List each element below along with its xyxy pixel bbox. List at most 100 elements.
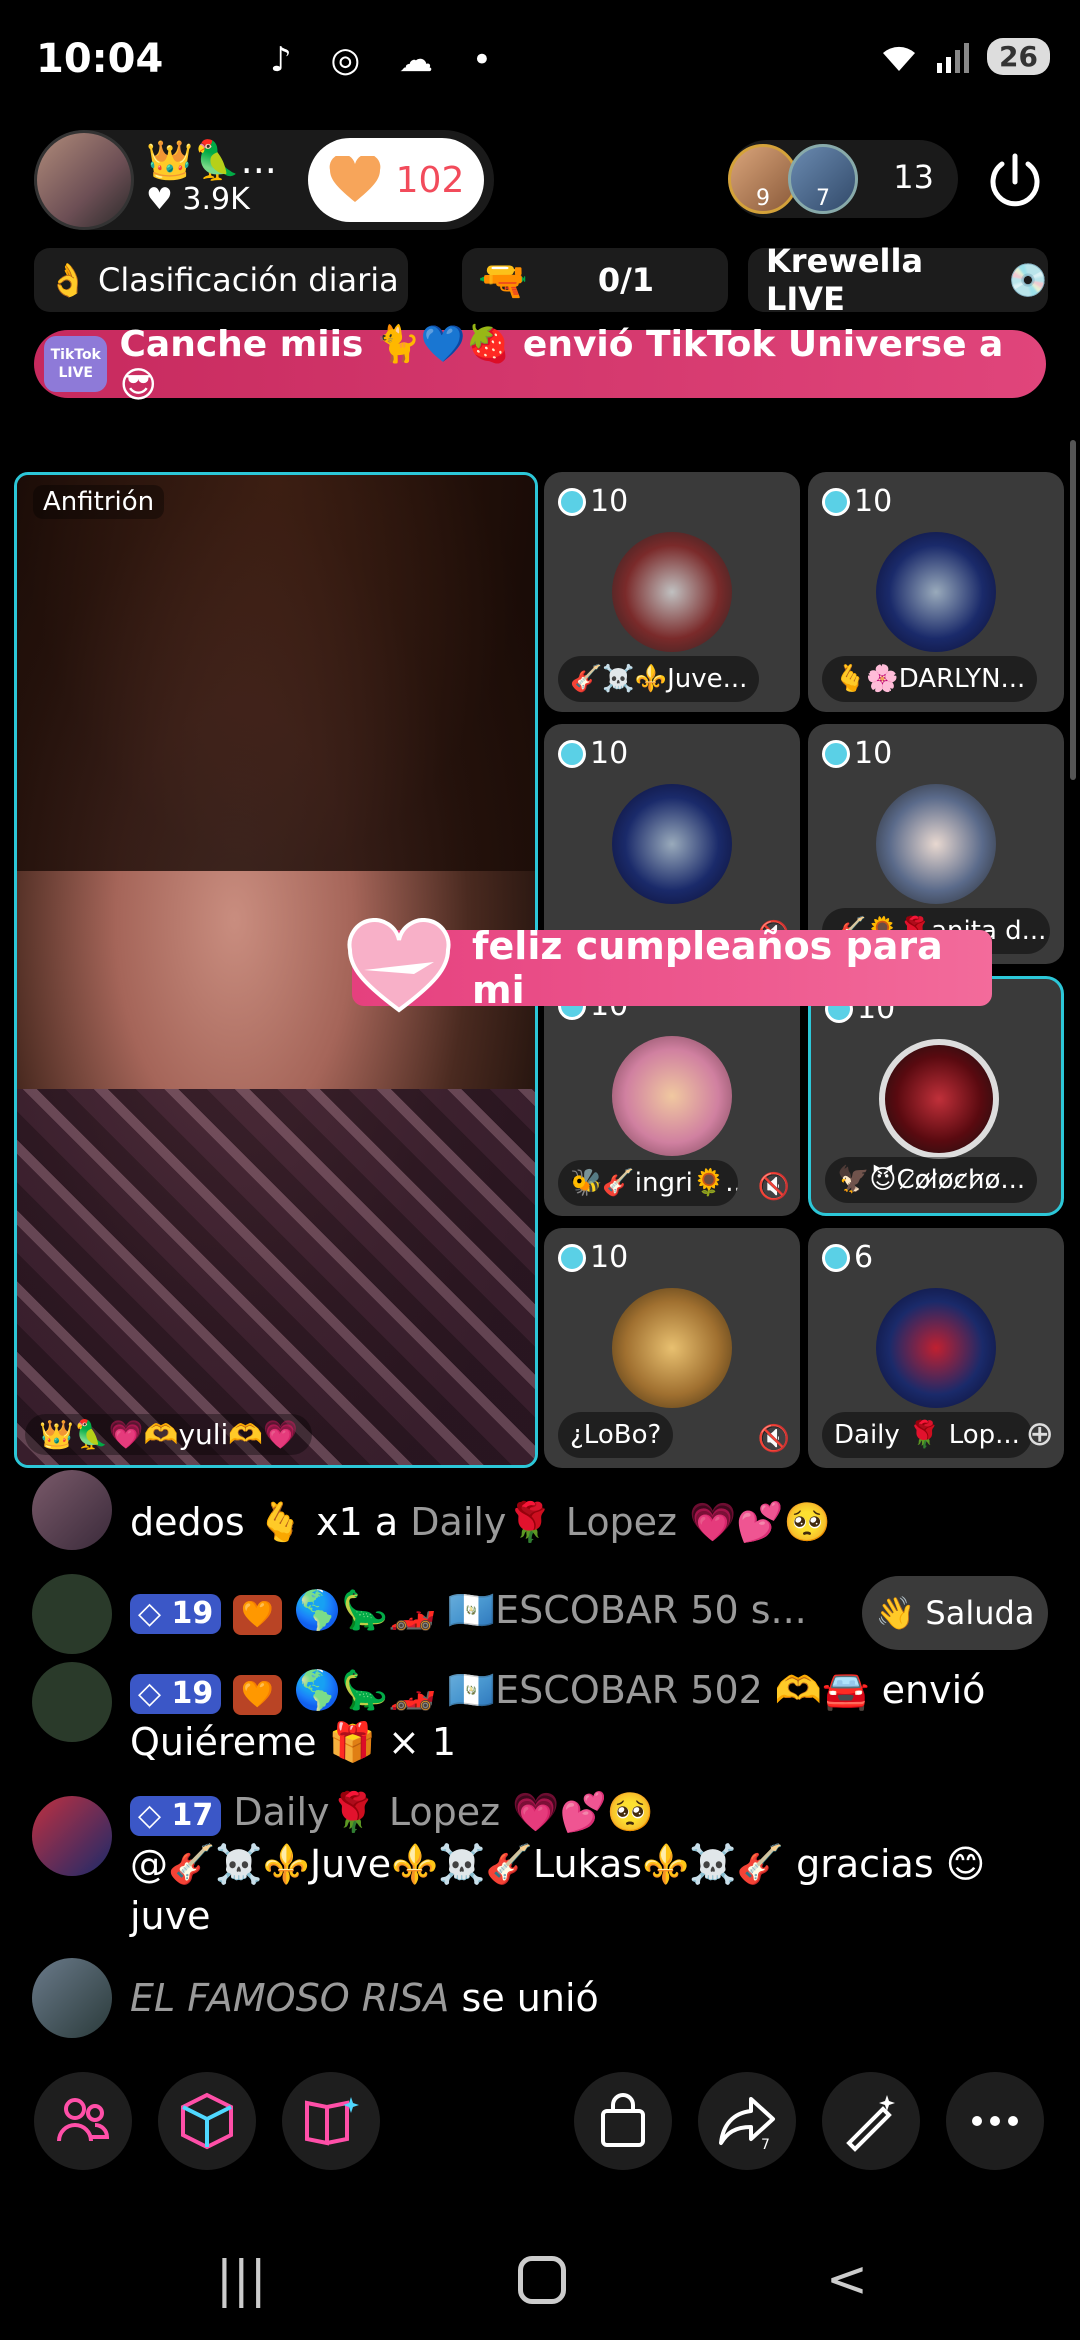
daily-ranking-chip[interactable]: 👌 Clasificación diaria: [34, 248, 408, 312]
gift-announcement-banner[interactable]: TikTok LIVE Canche miis 🐈💙🍓 envió TikTok…: [34, 324, 1046, 406]
mic-muted-icon: 🔇: [757, 1172, 790, 1202]
level-badge: ◇ 19: [130, 1594, 222, 1634]
saluda-button[interactable]: 👋 Saluda: [862, 1576, 1048, 1650]
guest-name: ¿LoBo?: [558, 1412, 674, 1458]
scrollbar[interactable]: [1070, 440, 1076, 780]
chat-avatar[interactable]: [32, 1470, 112, 1550]
magic-button[interactable]: [822, 2072, 920, 2170]
guest-avatar: [612, 1288, 732, 1408]
gem-icon: [558, 487, 586, 516]
level-badge: ◇ 17: [130, 1796, 222, 1836]
heart-icon: [328, 154, 382, 204]
guide-button[interactable]: [282, 2072, 380, 2170]
guest-tile[interactable]: 6 Daily 🌹 Lop... ⊕: [808, 1228, 1064, 1468]
guest-tile-selected[interactable]: 10 🦅😈C̷o̷l̷o̷c̷h̷o̷...: [808, 976, 1064, 1216]
host-name: 👑🦜...: [146, 138, 277, 182]
guest-avatar: [612, 532, 732, 652]
clock: 10:04: [36, 36, 164, 82]
disc-icon: 💿: [1008, 261, 1048, 299]
share-icon: 7: [719, 2097, 775, 2153]
svg-text:7: 7: [761, 2137, 770, 2153]
mic-muted-icon: 🔇: [757, 1424, 790, 1454]
signal-icon: [937, 42, 970, 73]
battery-icon: 26: [987, 38, 1050, 75]
gem-icon: [822, 487, 850, 516]
tiktok-icon: ♪: [270, 40, 306, 80]
messenger-icon: ◎: [330, 40, 375, 80]
system-icons: 26: [879, 38, 1050, 75]
guest-avatar: [876, 532, 996, 652]
chat-message[interactable]: dedos 🫰 x1 a Daily🌹 Lopez 💗💕🥺: [32, 1470, 1052, 1560]
guest-tile[interactable]: 10 🎸☠️⚜️Juve...: [544, 472, 800, 712]
chat-username[interactable]: Daily🌹 Lopez 💗💕🥺: [410, 1500, 831, 1544]
gem-icon: [558, 739, 586, 768]
guest-avatar: [876, 1288, 996, 1408]
chat-avatar[interactable]: [32, 1662, 112, 1742]
recent-apps-icon[interactable]: |||: [216, 2250, 267, 2308]
effects-button[interactable]: [158, 2072, 256, 2170]
guest-name: 🫰🌸DARLYN...: [822, 656, 1038, 702]
chat-avatar[interactable]: [32, 1958, 112, 2038]
guest-name: 🦅😈C̷o̷l̷o̷c̷h̷o̷...: [825, 1157, 1038, 1203]
viewer-count: 13: [893, 158, 934, 196]
chat-message[interactable]: ◇ 17 Daily🌹 Lopez 💗💕🥺 @🎸☠️⚜️Juve⚜️☠️🎸Luk…: [32, 1786, 1052, 1946]
guest-avatar: [612, 1036, 732, 1156]
airplane-heart-icon: [344, 918, 454, 1018]
guest-name: 🐝🎸ingri🌻...: [558, 1160, 738, 1206]
gem-icon: [558, 1243, 586, 1272]
like-count: 102: [395, 159, 465, 201]
bag-icon: [601, 2093, 645, 2147]
guest-tile[interactable]: 10 🐝🎸ingri🌻... 🔇: [544, 976, 800, 1216]
more-icon: [972, 2116, 1018, 2126]
guest-tile[interactable]: 10 🫰🌸DARLYN...: [808, 472, 1064, 712]
guest-tile[interactable]: 10 ¿LoBo? 🔇: [544, 1228, 800, 1468]
wifi-icon: [883, 46, 916, 71]
dot-icon: •: [471, 40, 506, 80]
guest-avatar: [612, 784, 732, 904]
power-icon[interactable]: [980, 146, 1050, 216]
home-icon[interactable]: [518, 2256, 566, 2304]
viewer-list[interactable]: 9 7 13: [728, 140, 958, 218]
guests-button[interactable]: [34, 2072, 132, 2170]
host-likes: ♥ 3.9K: [146, 182, 250, 217]
chat-username[interactable]: 🌎🦕🏎️ 🇬🇹ESCOBAR 502 🫶🚘: [294, 1668, 870, 1712]
chat-username[interactable]: 🌎🦕🏎️ 🇬🇹ESCOBAR 50 s...: [294, 1588, 807, 1632]
cloud-icon: ☁: [399, 40, 447, 80]
add-icon[interactable]: ⊕: [1026, 1414, 1055, 1454]
status-bar: 10:04 ♪ ◎ ☁ • 26: [0, 0, 1080, 120]
share-button[interactable]: 7: [698, 2072, 796, 2170]
back-icon[interactable]: <: [826, 2250, 868, 2308]
guest-avatar: [879, 1039, 999, 1159]
fan-heart-badge: 🧡: [233, 1675, 282, 1715]
gift-goal-icon: 🔫: [478, 257, 528, 304]
shop-button[interactable]: [574, 2072, 672, 2170]
tiktok-live-badge: TikTok LIVE: [44, 336, 108, 392]
chat-message[interactable]: ◇ 19 🧡 🌎🦕🏎️ 🇬🇹ESCOBAR 502 🫶🚘 envió Quiér…: [32, 1662, 1052, 1772]
chat-avatar[interactable]: [32, 1574, 112, 1654]
guest-name: Daily 🌹 Lop...: [822, 1412, 1032, 1458]
notification-icons: ♪ ◎ ☁ •: [270, 40, 506, 80]
follow-like-button[interactable]: 102: [308, 138, 484, 222]
host-video-name: 👑🦜💗🫶yuli🫶💗: [25, 1414, 313, 1455]
guest-avatar: [876, 784, 996, 904]
krewella-live-chip[interactable]: Krewella LIVE 💿: [748, 242, 1048, 318]
level-badge: ◇ 19: [130, 1674, 222, 1714]
chat-username[interactable]: EL FAMOSO RISA: [130, 1976, 449, 2020]
more-button[interactable]: [946, 2072, 1044, 2170]
chat-avatar[interactable]: [32, 1796, 112, 1876]
fan-heart-badge: 🧡: [233, 1595, 282, 1635]
chat-username[interactable]: Daily🌹 Lopez 💗💕🥺: [233, 1790, 654, 1834]
chat-join-message[interactable]: EL FAMOSO RISA se unió: [32, 1958, 1052, 2038]
host-tag: Anfitrión: [33, 485, 165, 519]
magic-wand-icon: [846, 2095, 895, 2152]
goal-chip[interactable]: 🔫 0/1: [462, 248, 728, 312]
host-info[interactable]: 👑🦜... ♥ 3.9K 102: [34, 130, 494, 230]
gem-icon: [822, 1243, 850, 1272]
book-sparkle-icon: [305, 2097, 359, 2146]
viewer-avatar[interactable]: 7: [788, 144, 858, 214]
gem-icon: [822, 739, 850, 768]
wave-icon: 👋: [875, 1594, 916, 1632]
cube-icon: [181, 2092, 233, 2150]
host-avatar[interactable]: [34, 130, 134, 230]
people-icon: [57, 2098, 110, 2142]
